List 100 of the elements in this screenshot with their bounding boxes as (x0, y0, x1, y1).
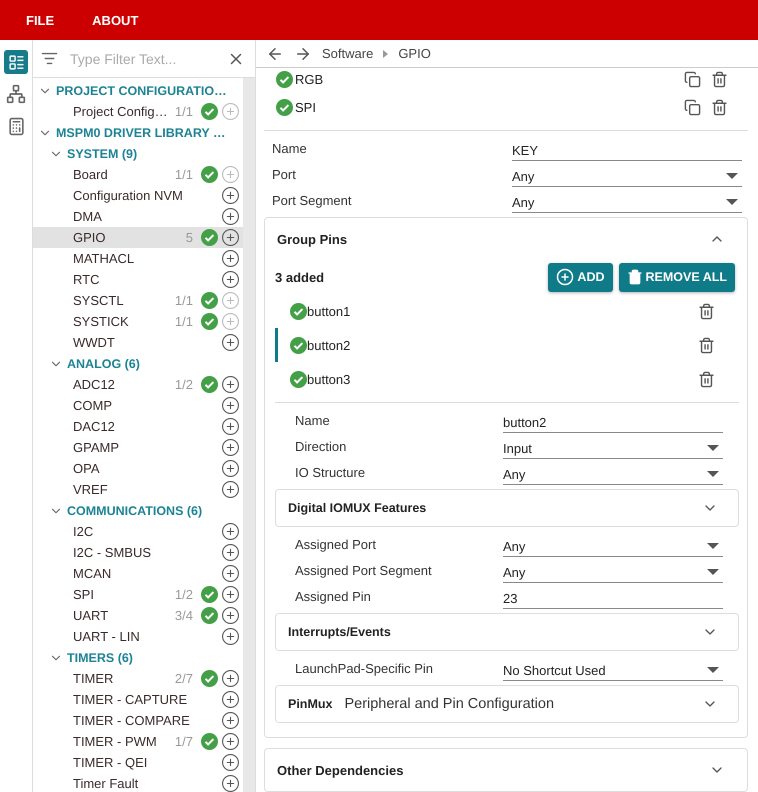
add-icon[interactable] (221, 396, 240, 415)
instance-name[interactable]: SPI (295, 100, 682, 114)
tree-item[interactable]: UART 3/4 (33, 605, 243, 626)
add-icon[interactable] (221, 417, 240, 436)
tree-item[interactable]: SPI 1/2 (33, 584, 243, 605)
other-dependencies-card[interactable]: Other Dependencies (264, 748, 748, 792)
select-field[interactable]: Any (512, 166, 742, 187)
tree-item[interactable]: MCAN (33, 563, 243, 584)
trash-icon (626, 269, 643, 285)
tree-group-heading: SYSTEM (9) (67, 146, 138, 160)
pin-item[interactable]: button1 (275, 294, 739, 328)
tree-item[interactable]: I2C (33, 521, 243, 542)
add-icon[interactable] (221, 480, 240, 499)
tree-item[interactable]: SYSCTL 1/1 (33, 290, 243, 311)
add-icon[interactable] (221, 333, 240, 352)
tree-item[interactable]: UART - LIN (33, 626, 243, 647)
tree-item[interactable]: COMP (33, 395, 243, 416)
pin-item[interactable]: button3 (275, 362, 739, 396)
select-field[interactable]: Any (512, 192, 742, 213)
delete-icon[interactable] (698, 370, 715, 388)
tree-item[interactable]: TIMER - CAPTURE (33, 689, 243, 710)
plus-circle-icon (556, 268, 574, 286)
tree-item[interactable]: MATHACL (33, 248, 243, 269)
delete-icon[interactable] (698, 302, 715, 320)
collapsible-section[interactable]: Interrupts/Events (275, 613, 739, 651)
add-icon[interactable] (221, 459, 240, 478)
add-icon[interactable] (221, 543, 240, 562)
add-icon[interactable] (221, 711, 240, 730)
menu-item[interactable]: ABOUT (80, 8, 150, 32)
breadcrumb-link[interactable]: Software (322, 46, 374, 61)
tree-item[interactable]: Configuration NVM (33, 185, 243, 206)
add-icon[interactable] (221, 438, 240, 457)
filter-input[interactable]: Type Filter Text... (68, 50, 217, 68)
add-icon[interactable] (221, 669, 240, 688)
select-field[interactable]: Any (503, 562, 723, 583)
pin-item[interactable]: button2 (275, 328, 739, 362)
tree-item[interactable]: Board 1/1 (33, 164, 243, 185)
add-icon[interactable] (221, 375, 240, 394)
scrollbar[interactable] (243, 78, 255, 792)
copy-icon[interactable] (684, 70, 701, 88)
add-icon[interactable] (221, 606, 240, 625)
filter-icon (41, 50, 58, 67)
tree-item[interactable]: TIMER 2/7 (33, 668, 243, 689)
add-icon[interactable] (221, 186, 240, 205)
remove-all-button[interactable]: REMOVE ALL (618, 262, 735, 292)
delete-icon[interactable] (711, 70, 728, 88)
delete-icon[interactable] (698, 336, 715, 354)
add-button[interactable]: ADD (548, 262, 613, 292)
tree-item[interactable]: RTC (33, 269, 243, 290)
tree-group-heading: COMMUNICATIONS (6) (67, 504, 202, 518)
text-field[interactable]: 23 (503, 588, 723, 609)
instance-name[interactable]: RGB (295, 72, 682, 86)
add-icon[interactable] (221, 228, 240, 247)
field-label: Assigned Pin (295, 588, 372, 604)
add-icon[interactable] (221, 732, 240, 751)
list-view-button[interactable] (4, 50, 28, 74)
copy-icon[interactable] (684, 98, 701, 116)
text-field[interactable]: button2 (503, 412, 723, 433)
dropdown-caret-icon (726, 199, 738, 205)
add-icon[interactable] (221, 270, 240, 289)
add-icon[interactable] (221, 585, 240, 604)
delete-icon[interactable] (711, 98, 728, 116)
tree-item[interactable]: OPA (33, 458, 243, 479)
tree-item[interactable]: I2C - SMBUS (33, 542, 243, 563)
tree-item[interactable]: WWDT (33, 332, 243, 353)
text-field[interactable]: KEY (512, 140, 742, 161)
tree-item[interactable]: DMA (33, 206, 243, 227)
dropdown-caret-icon (726, 173, 738, 179)
add-icon[interactable] (221, 207, 240, 226)
tree-view-button[interactable] (4, 82, 28, 106)
tree-item[interactable]: TIMER - PWM 1/7 (33, 731, 243, 752)
tree-item[interactable]: GPIO 5 (33, 227, 243, 248)
tree-item[interactable]: VREF (33, 479, 243, 500)
add-icon[interactable] (221, 690, 240, 709)
tree-item[interactable]: TIMER - QEI (33, 752, 243, 773)
select-field[interactable]: No Shortcut Used (503, 660, 723, 681)
tree-group-heading: PROJECT CONFIGURATIO… (56, 84, 227, 98)
add-icon[interactable] (221, 564, 240, 583)
field-label: LaunchPad-Specific Pin (295, 660, 434, 676)
collapsible-section[interactable]: PinMux Peripheral and Pin Configuration (275, 685, 739, 723)
field-label: Assigned Port (295, 536, 377, 552)
add-icon[interactable] (221, 627, 240, 646)
select-field[interactable]: Any (503, 536, 723, 557)
tree-item[interactable]: TIMER - COMPARE (33, 710, 243, 731)
section-title: Interrupts/Events (288, 625, 391, 639)
tree-item[interactable]: Timer Fault (33, 773, 243, 792)
tree-item[interactable]: SYSTICK 1/1 (33, 311, 243, 332)
breadcrumb-link[interactable]: GPIO (398, 46, 431, 61)
tree-item[interactable]: Project Config… 1/1 (33, 101, 243, 122)
collapsible-section[interactable]: Digital IOMUX Features (275, 489, 739, 527)
add-icon[interactable] (221, 753, 240, 772)
select-field[interactable]: Any (503, 464, 723, 485)
select-field[interactable]: Input (503, 438, 723, 459)
tree-item[interactable]: DAC12 (33, 416, 243, 437)
tree-item[interactable]: ADC12 1/2 (33, 374, 243, 395)
add-icon[interactable] (221, 774, 240, 792)
add-icon[interactable] (221, 249, 240, 268)
menu-item[interactable]: FILE (14, 8, 66, 32)
add-icon[interactable] (221, 522, 240, 541)
tree-item[interactable]: GPAMP (33, 437, 243, 458)
